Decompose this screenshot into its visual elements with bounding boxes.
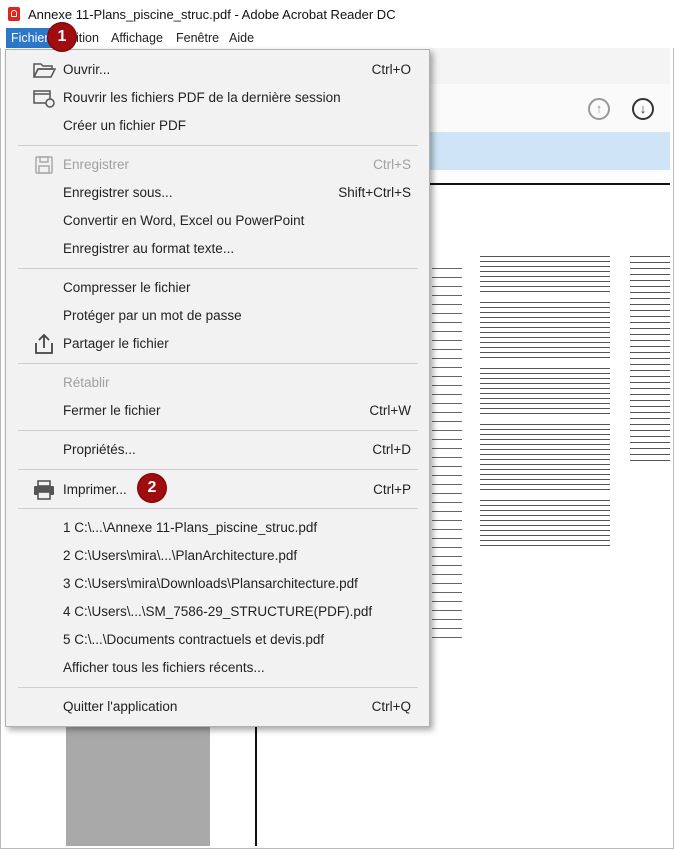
- menu-item-convertir[interactable]: Convertir en Word, Excel ou PowerPoint: [6, 207, 429, 235]
- share-icon: [35, 334, 53, 354]
- menu-item-label: 2 C:\Users\mira\...\PlanArchitecture.pdf: [63, 548, 298, 563]
- menu-separator: [18, 145, 418, 146]
- toolbar: [430, 48, 670, 85]
- menu-item-label: Enregistrer sous...: [63, 185, 173, 200]
- menu-item-partager[interactable]: Partager le fichier: [6, 330, 429, 358]
- menu-item-label: Enregistrer: [63, 157, 130, 172]
- menu-item-proprietes[interactable]: Propriétés... Ctrl+D: [6, 436, 429, 464]
- menu-separator: [18, 430, 418, 431]
- notification-band: [430, 132, 670, 170]
- menu-item-label: 5 C:\...\Documents contractuels et devis…: [63, 632, 325, 647]
- menu-aide[interactable]: Aide: [225, 30, 258, 46]
- reopen-session-icon: [33, 90, 55, 108]
- save-icon: [35, 156, 53, 174]
- menu-item-label: 3 C:\Users\mira\Downloads\Plansarchitect…: [63, 576, 358, 591]
- menu-item-shortcut: Ctrl+P: [373, 482, 411, 497]
- menu-item-recent-2[interactable]: 2 C:\Users\mira\...\PlanArchitecture.pdf: [6, 542, 429, 570]
- file-menu: Ouvrir... Ctrl+O Rouvrir les fichiers PD…: [5, 49, 430, 727]
- menu-item-shortcut: Ctrl+Q: [371, 699, 411, 714]
- window-title: Annexe 11-Plans_piscine_struc.pdf - Adob…: [28, 7, 396, 22]
- menu-item-format-texte[interactable]: Enregistrer au format texte...: [6, 235, 429, 263]
- menu-item-compresser[interactable]: Compresser le fichier: [6, 274, 429, 302]
- menu-item-afficher-recents[interactable]: Afficher tous les fichiers récents...: [6, 654, 429, 682]
- menu-item-ouvrir[interactable]: Ouvrir... Ctrl+O: [6, 56, 429, 84]
- menu-item-fermer[interactable]: Fermer le fichier Ctrl+W: [6, 397, 429, 425]
- menu-item-label: Fermer le fichier: [63, 403, 161, 418]
- folder-open-icon: [32, 63, 56, 78]
- menu-bar: Fichier ition Affichage Fenêtre Aide: [0, 28, 676, 48]
- menu-item-label: Compresser le fichier: [63, 280, 191, 295]
- menu-item-recent-1[interactable]: 1 C:\...\Annexe 11-Plans_piscine_struc.p…: [6, 514, 429, 542]
- menu-item-label: Rétablir: [63, 375, 110, 390]
- title-bar: Annexe 11-Plans_piscine_struc.pdf - Adob…: [0, 0, 676, 28]
- menu-separator: [18, 268, 418, 269]
- menu-item-recent-3[interactable]: 3 C:\Users\mira\Downloads\Plansarchitect…: [6, 570, 429, 598]
- menu-item-label: Protéger par un mot de passe: [63, 308, 242, 323]
- menu-item-label: Convertir en Word, Excel ou PowerPoint: [63, 213, 305, 228]
- menu-item-retablir: Rétablir: [6, 369, 429, 397]
- menu-item-shortcut: Shift+Ctrl+S: [338, 185, 411, 200]
- menu-item-label: Rouvrir les fichiers PDF de la dernière …: [63, 90, 341, 105]
- menu-separator: [18, 469, 418, 470]
- menu-affichage[interactable]: Affichage: [107, 30, 167, 46]
- menu-item-label: Ouvrir...: [63, 62, 111, 77]
- acrobat-logo-icon: [8, 7, 20, 21]
- menu-item-label: Propriétés...: [63, 442, 136, 457]
- page-border-top: [430, 183, 670, 185]
- printer-icon: [34, 480, 54, 500]
- step-badge-1: 1: [48, 23, 76, 51]
- menu-item-rouvrir[interactable]: Rouvrir les fichiers PDF de la dernière …: [6, 84, 429, 112]
- menu-item-creer[interactable]: Créer un fichier PDF: [6, 112, 429, 140]
- menu-item-label: Quitter l'application: [63, 699, 178, 714]
- arrow-down-circle-icon[interactable]: ↓: [632, 98, 654, 120]
- menu-separator: [18, 363, 418, 364]
- menu-item-proteger[interactable]: Protéger par un mot de passe: [6, 302, 429, 330]
- arrow-up-circle-icon[interactable]: ↑: [588, 98, 610, 120]
- menu-fenetre[interactable]: Fenêtre: [172, 30, 223, 46]
- menu-item-shortcut: Ctrl+D: [372, 442, 411, 457]
- menu-item-label: 4 C:\Users\...\SM_7586-29_STRUCTURE(PDF)…: [63, 604, 373, 619]
- plan-notes-column: [480, 256, 610, 556]
- menu-item-imprimer[interactable]: Imprimer... Ctrl+P: [6, 476, 429, 504]
- menu-separator: [18, 687, 418, 688]
- menu-item-label: Afficher tous les fichiers récents...: [63, 660, 265, 675]
- menu-item-shortcut: Ctrl+O: [371, 62, 411, 77]
- step-badge-2: 2: [138, 474, 166, 502]
- menu-item-recent-5[interactable]: 5 C:\...\Documents contractuels et devis…: [6, 626, 429, 654]
- menu-item-enregistrer-sous[interactable]: Enregistrer sous... Shift+Ctrl+S: [6, 179, 429, 207]
- menu-item-shortcut: Ctrl+W: [369, 403, 411, 418]
- menu-item-shortcut: Ctrl+S: [373, 157, 411, 172]
- menu-item-label: Créer un fichier PDF: [63, 118, 187, 133]
- menu-item-label: 1 C:\...\Annexe 11-Plans_piscine_struc.p…: [63, 520, 318, 535]
- plan-notes-column-right: [630, 256, 670, 466]
- menu-fichier[interactable]: Fichier: [6, 28, 54, 48]
- plan-notes-column-left: [432, 268, 462, 638]
- menu-edition[interactable]: ition: [72, 30, 103, 46]
- left-panel: [66, 720, 210, 846]
- menu-item-label: Partager le fichier: [63, 336, 169, 351]
- menu-separator: [18, 508, 418, 509]
- page-nav: ↑ ↓: [430, 84, 670, 132]
- menu-item-label: Imprimer...: [63, 482, 127, 497]
- menu-item-label: Enregistrer au format texte...: [63, 241, 235, 256]
- menu-item-quitter[interactable]: Quitter l'application Ctrl+Q: [6, 693, 429, 721]
- menu-item-recent-4[interactable]: 4 C:\Users\...\SM_7586-29_STRUCTURE(PDF)…: [6, 598, 429, 626]
- menu-item-enregistrer: Enregistrer Ctrl+S: [6, 151, 429, 179]
